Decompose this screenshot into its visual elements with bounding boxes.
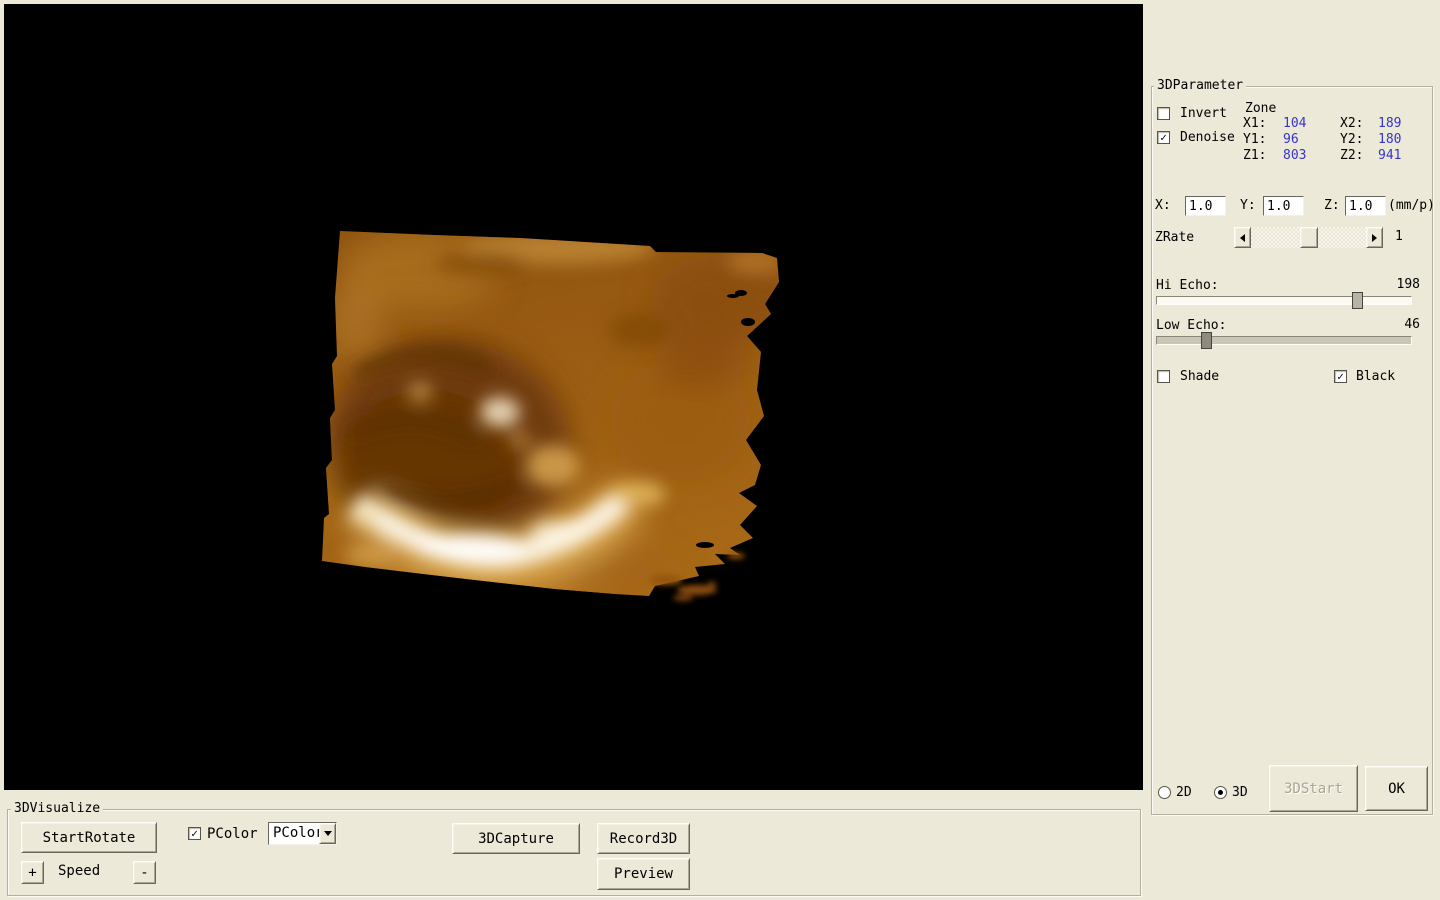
chevron-down-icon [324, 831, 332, 836]
checkmark-icon: ✓ [1337, 371, 1344, 382]
3dstart-button[interactable]: 3DStart [1269, 765, 1358, 812]
zone-y2-label: Y2: [1340, 132, 1378, 148]
zrate-scroll-right-button[interactable] [1366, 227, 1383, 248]
parameter-groupbox-title: 3DParameter [1154, 79, 1246, 92]
zone-row-y: Y1: 96 Y2: 180 [1243, 132, 1433, 148]
zone-x2-value: 189 [1378, 116, 1401, 132]
ok-button[interactable]: OK [1365, 766, 1428, 811]
hi-echo-slider-track[interactable] [1156, 296, 1412, 305]
start-rotate-button[interactable]: StartRotate [21, 822, 157, 853]
speed-label: Speed [58, 864, 100, 878]
zone-x1-value: 104 [1283, 116, 1340, 132]
hi-echo-value: 198 [1390, 278, 1420, 292]
black-checkbox[interactable]: ✓ [1334, 370, 1347, 383]
denoise-label: Denoise [1180, 131, 1235, 145]
low-echo-slider-thumb[interactable] [1201, 332, 1212, 349]
zrate-scrollbar-thumb[interactable] [1300, 227, 1318, 248]
zone-x2-label: X2: [1340, 116, 1378, 132]
speed-plus-button[interactable]: + [21, 861, 44, 884]
low-echo-value: 46 [1390, 318, 1420, 332]
scale-x-input[interactable] [1185, 196, 1226, 216]
zone-z1-label: Z1: [1243, 148, 1283, 164]
checkmark-icon: ✓ [191, 828, 198, 839]
low-echo-label: Low Echo: [1156, 319, 1226, 333]
speed-minus-button[interactable]: - [133, 861, 156, 884]
record3d-button[interactable]: Record3D [597, 823, 690, 854]
pcolor-dropdown-value: PColor [273, 825, 324, 841]
zrate-scroll-left-button[interactable] [1234, 227, 1251, 248]
zrate-value: 1 [1395, 230, 1403, 244]
zone-y2-value: 180 [1378, 132, 1401, 148]
zone-y1-value: 96 [1283, 132, 1340, 148]
invert-checkbox[interactable] [1157, 107, 1170, 120]
hi-echo-label: Hi Echo: [1156, 279, 1219, 293]
zone-label: Zone [1245, 102, 1276, 116]
scale-y-input[interactable] [1263, 196, 1304, 216]
zone-row-x: X1: 104 X2: 189 [1243, 116, 1433, 132]
scale-unit-label: (mm/p) [1388, 199, 1435, 213]
3dcapture-button[interactable]: 3DCapture [452, 823, 580, 854]
mode-2d-radio[interactable] [1158, 786, 1171, 799]
zone-grid: X1: 104 X2: 189 Y1: 96 Y2: 180 Z1: 803 Z… [1243, 116, 1433, 164]
low-echo-slider-track[interactable] [1156, 336, 1412, 345]
shade-checkbox[interactable] [1157, 370, 1170, 383]
zone-z2-label: Z2: [1340, 148, 1378, 164]
pcolor-dropdown-button[interactable] [319, 823, 336, 844]
hi-echo-slider-thumb[interactable] [1352, 292, 1363, 309]
scale-z-label: Z: [1324, 199, 1340, 213]
zone-x1-label: X1: [1243, 116, 1283, 132]
zrate-label: ZRate [1155, 231, 1194, 245]
zone-row-z: Z1: 803 Z2: 941 [1243, 148, 1433, 164]
invert-label: Invert [1180, 107, 1227, 121]
zone-z1-value: 803 [1283, 148, 1340, 164]
render-viewport[interactable] [4, 4, 1143, 790]
pcolor-checkbox[interactable]: ✓ [188, 827, 201, 840]
mode-2d-label: 2D [1176, 786, 1192, 800]
ultrasound-3d-render [4, 4, 1143, 790]
checkmark-icon: ✓ [1160, 132, 1167, 143]
shade-label: Shade [1180, 370, 1219, 384]
preview-button[interactable]: Preview [597, 858, 690, 890]
pcolor-checkbox-label: PColor [207, 827, 258, 841]
scale-z-input[interactable] [1345, 196, 1386, 216]
zone-z2-value: 941 [1378, 148, 1401, 164]
pcolor-dropdown[interactable]: PColor [268, 822, 337, 845]
denoise-checkbox[interactable]: ✓ [1157, 131, 1170, 144]
zone-y1-label: Y1: [1243, 132, 1283, 148]
arrow-left-icon [1240, 234, 1245, 242]
arrow-right-icon [1372, 234, 1377, 242]
scale-x-label: X: [1155, 199, 1171, 213]
mode-3d-radio[interactable] [1214, 786, 1227, 799]
radio-dot-icon [1218, 790, 1223, 795]
black-label: Black [1356, 370, 1395, 384]
visualize-groupbox-title: 3DVisualize [11, 802, 103, 815]
mode-3d-label: 3D [1232, 786, 1248, 800]
scale-y-label: Y: [1240, 199, 1256, 213]
